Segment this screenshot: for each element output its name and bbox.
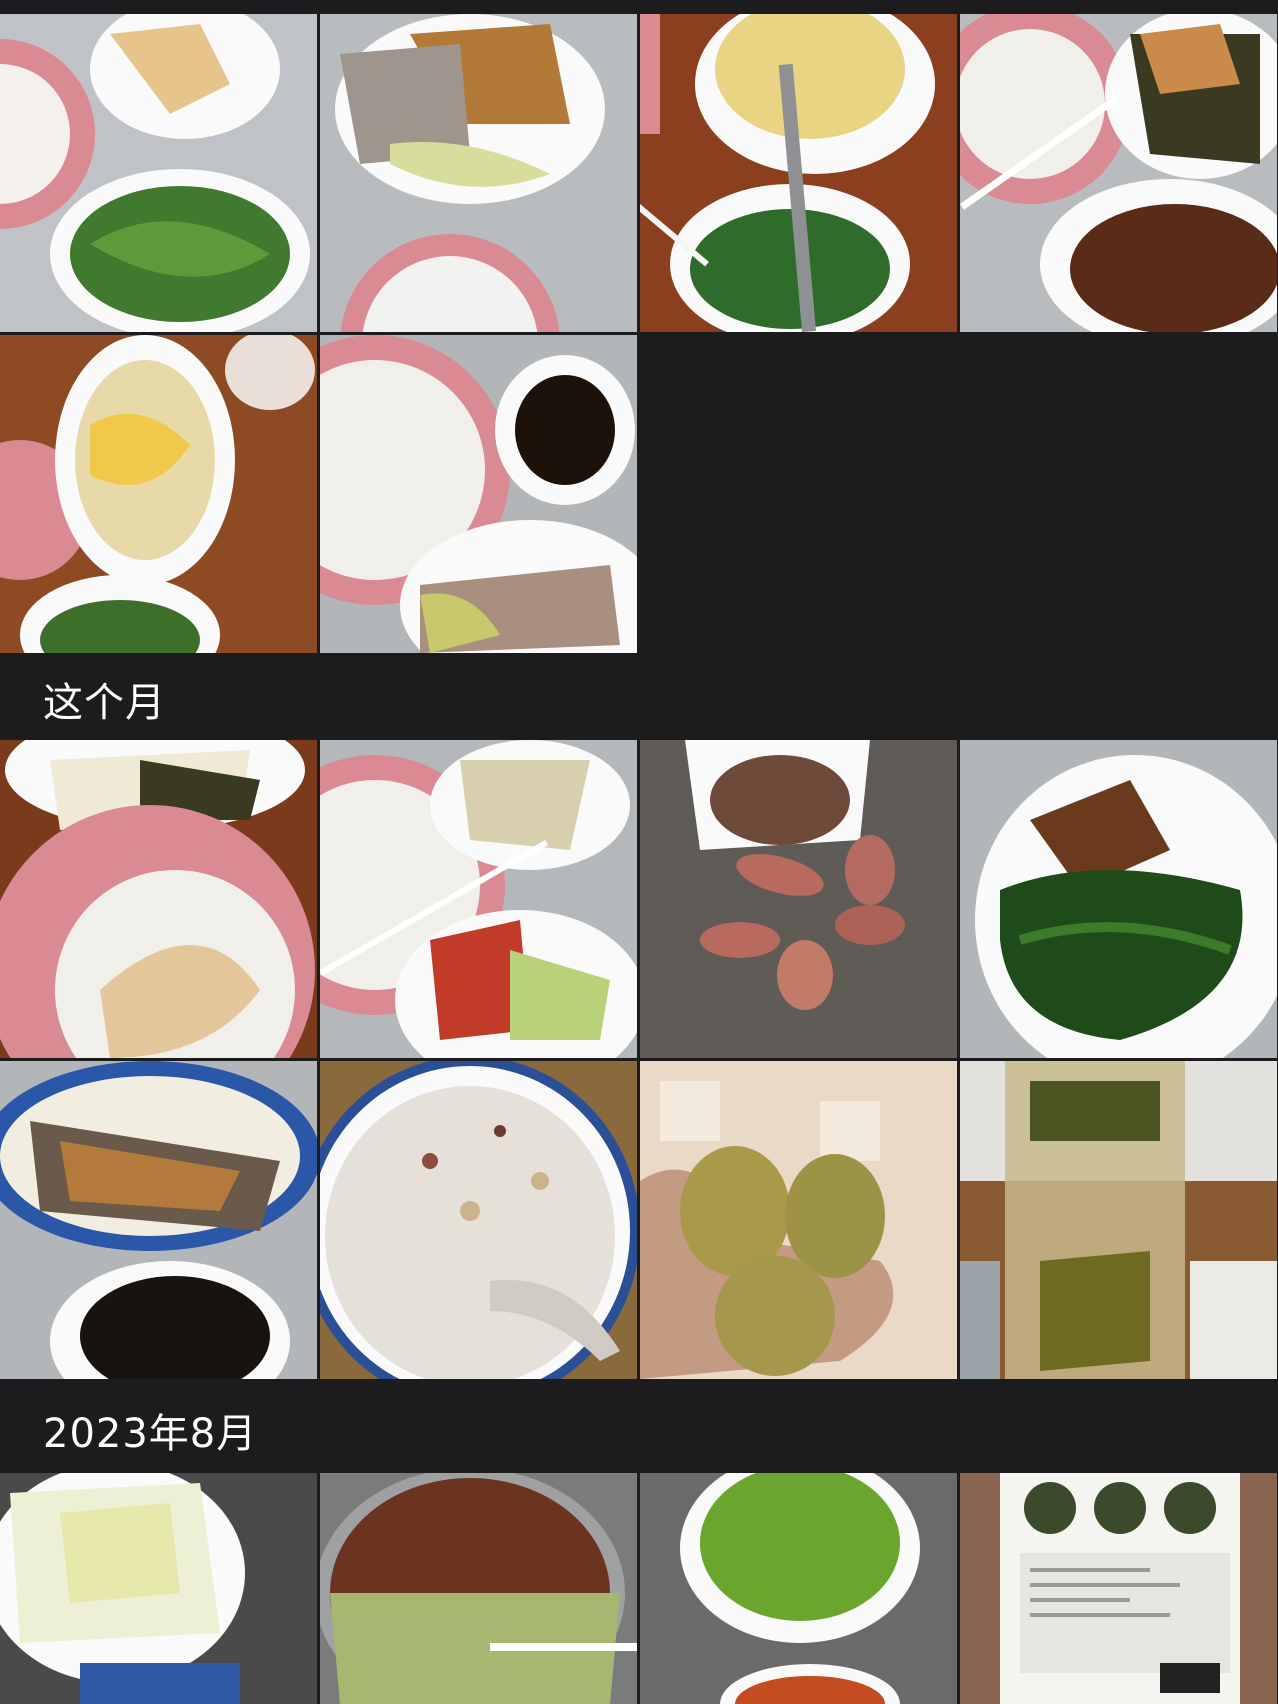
section-header-aug-2023: 2023年8月 [43, 1411, 258, 1457]
photo-thumbnail[interactable] [960, 740, 1277, 1058]
photo-thumbnail[interactable] [0, 1061, 317, 1379]
photo-thumbnail[interactable] [0, 335, 317, 653]
photo-thumbnail[interactable] [640, 740, 957, 1058]
section-header-this-month: 这个月 [43, 680, 166, 726]
photo-thumbnail[interactable] [320, 740, 637, 1058]
photo-thumbnail[interactable] [0, 14, 317, 332]
photo-thumbnail[interactable] [640, 1473, 957, 1704]
photo-thumbnail[interactable] [320, 1061, 637, 1379]
photo-thumbnail[interactable] [640, 1061, 957, 1379]
photo-thumbnail[interactable] [960, 14, 1277, 332]
photo-thumbnail[interactable] [320, 1473, 637, 1704]
photo-grid-top [0, 14, 1278, 653]
photo-thumbnail[interactable] [320, 335, 637, 653]
photo-thumbnail[interactable] [960, 1061, 1277, 1379]
photo-thumbnail[interactable] [320, 14, 637, 332]
photo-gallery: 这个月 2023年8月 [0, 0, 1278, 1704]
photo-thumbnail[interactable] [0, 740, 317, 1058]
photo-thumbnail[interactable] [960, 1473, 1277, 1704]
photo-thumbnail[interactable] [0, 1473, 317, 1704]
photo-grid-this-month [0, 740, 1278, 1379]
photo-grid-aug-2023 [0, 1473, 1278, 1704]
photo-thumbnail[interactable] [640, 14, 957, 332]
